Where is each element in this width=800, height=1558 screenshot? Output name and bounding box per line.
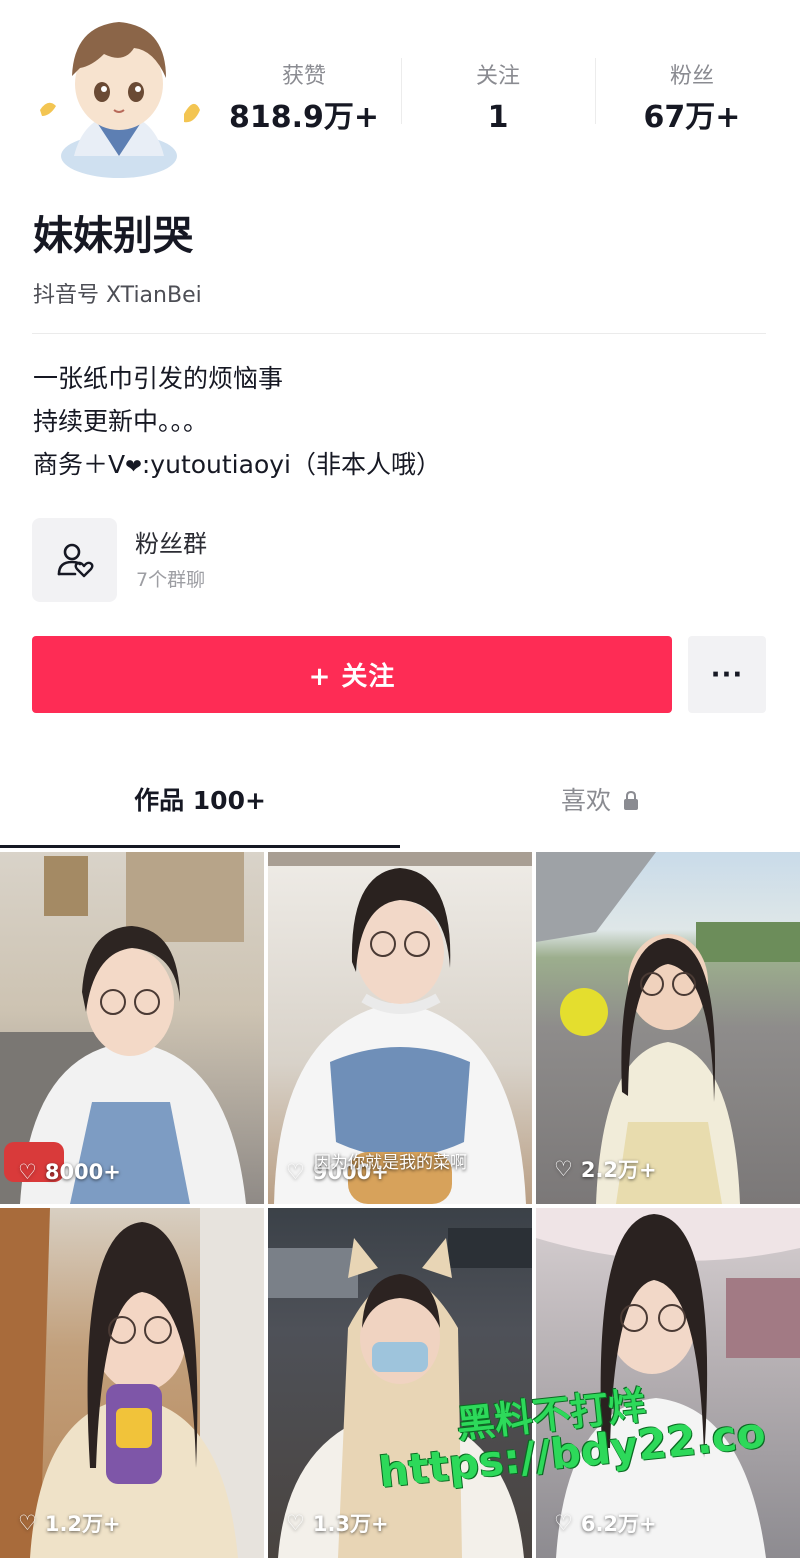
- follow-button[interactable]: + 关注: [32, 636, 672, 713]
- video-caption: 因为你就是我的菜啊: [314, 1153, 467, 1173]
- avatar[interactable]: [34, 6, 204, 178]
- stat-label: 获赞: [281, 64, 326, 89]
- heart-outline-icon: ♡: [554, 1511, 573, 1535]
- video-thumbnail[interactable]: ♡ 2.2万+: [536, 852, 800, 1204]
- lock-icon: [623, 790, 638, 810]
- video-like-count: ♡ 6.2万+: [554, 1511, 657, 1536]
- heart-outline-icon: ♡: [18, 1160, 37, 1184]
- profile-name: 妹妹别哭: [33, 213, 193, 259]
- bio-line: 持续更新中。。。: [33, 407, 209, 436]
- stat-value: 1: [487, 100, 509, 135]
- stat-label: 粉丝: [669, 64, 714, 89]
- bio-contact-suffix: :yutoutiaoyi（非本人哦）: [141, 450, 441, 479]
- fans-group-button[interactable]: [32, 518, 117, 602]
- heart-icon: ❤: [125, 454, 142, 478]
- tab-works[interactable]: 作品 100+: [0, 776, 400, 826]
- tab-active-indicator: [0, 845, 400, 848]
- heart-outline-icon: ♡: [286, 1511, 305, 1535]
- stat-following[interactable]: 关注 1: [398, 60, 598, 140]
- heart-outline-icon: ♡: [18, 1511, 37, 1535]
- bio-contact-prefix: 商务＋V: [33, 450, 126, 479]
- tab-likes[interactable]: 喜欢: [400, 776, 800, 826]
- more-options-button[interactable]: ···: [688, 636, 766, 713]
- stat-value: 67万+: [643, 100, 741, 135]
- video-like-count: ♡ 8000+: [18, 1160, 121, 1184]
- video-like-count: ♡ 1.3万+: [286, 1511, 389, 1536]
- group-heart-icon: [57, 543, 94, 578]
- video-thumbnail[interactable]: ♡ 1.3万+: [268, 1208, 532, 1558]
- video-like-count: ♡ 2.2万+: [554, 1157, 657, 1182]
- video-like-count: ♡ 1.2万+: [18, 1511, 121, 1536]
- divider: [32, 333, 766, 334]
- stat-likes[interactable]: 获赞 818.9万+: [204, 60, 404, 140]
- douyin-id: 抖音号 XTianBei: [33, 283, 202, 308]
- tab-likes-label: 喜欢: [561, 786, 612, 815]
- video-thumbnail[interactable]: ♡ 1.2万+: [0, 1208, 264, 1558]
- fans-group-subtitle: 7个群聊: [136, 569, 206, 591]
- heart-outline-icon: ♡: [554, 1157, 573, 1181]
- bio-line: 一张纸巾引发的烦恼事: [33, 364, 284, 393]
- video-thumbnail[interactable]: ♡ 9000+ 因为你就是我的菜啊: [268, 852, 532, 1204]
- bio-contact-line: 商务＋V❤:yutoutiaoyi（非本人哦）: [33, 443, 441, 488]
- bio: 一张纸巾引发的烦恼事 持续更新中。。。 商务＋V❤:yutoutiaoyi（非本…: [33, 357, 441, 488]
- stat-label: 关注: [475, 64, 520, 89]
- stat-value: 818.9万+: [228, 100, 380, 135]
- fans-group-title[interactable]: 粉丝群: [135, 527, 207, 561]
- heart-outline-icon: ♡: [286, 1160, 305, 1184]
- stat-followers[interactable]: 粉丝 67万+: [592, 60, 792, 140]
- video-thumbnail[interactable]: ♡ 8000+: [0, 852, 264, 1204]
